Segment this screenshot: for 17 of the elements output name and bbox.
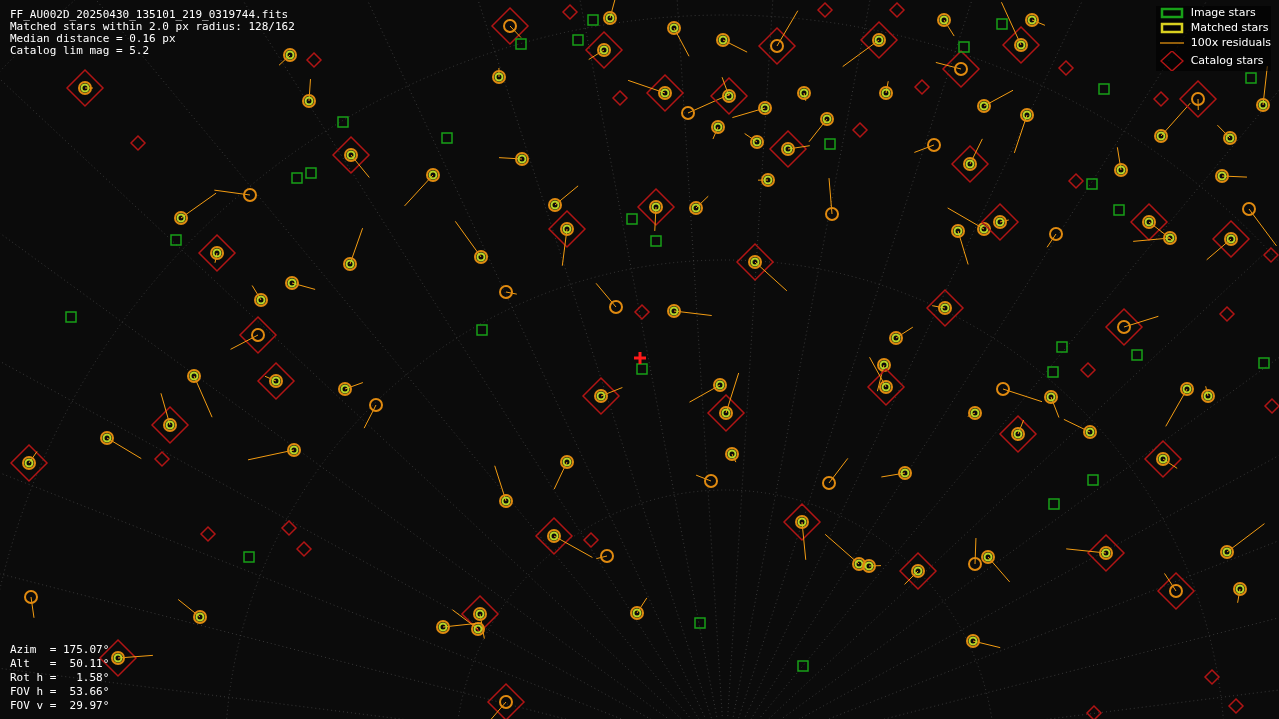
info-line: Median distance = 0.16 px [10,33,177,45]
info-line: FF_AU002D_20250430_135101_219_0319744.fits [10,9,290,21]
legend-label: 100x residuals [1190,36,1271,50]
pointing-line: Alt = 50.11° [10,657,110,671]
legend-label: Matched stars [1190,21,1269,35]
square-icon [1159,6,1184,20]
line-icon [1159,42,1184,44]
legend-label: Catalog stars [1190,54,1264,68]
info-line: Catalog lim mag = 5.2 [10,45,151,57]
info-line: Matched stars within 2.0 px radius: 128/162 [10,21,295,33]
rectangle-icon [1159,21,1184,35]
pointing-line: FOV h = 53.66° [10,685,110,699]
pointing-line: FOV v = 29.97° [10,699,110,713]
pointing-line: Rot h = 1.58° [10,671,110,685]
legend-label: Image stars [1190,6,1256,20]
diamond-icon [1159,51,1184,71]
pointing-line: Azim = 175.07° [10,643,110,657]
